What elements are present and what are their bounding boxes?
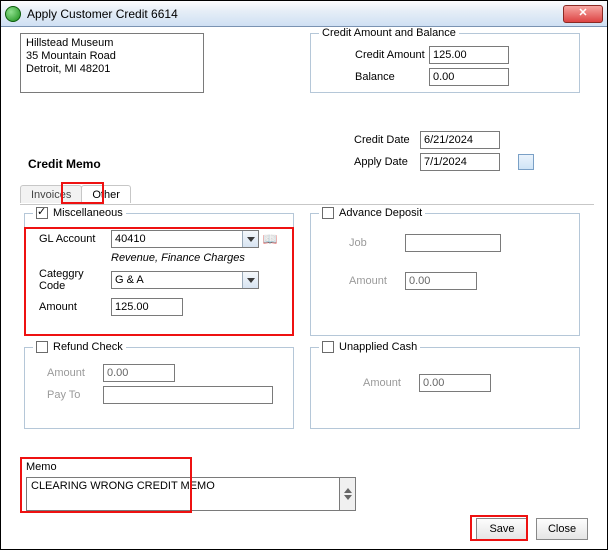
category-code-combo[interactable]: G & A	[111, 271, 259, 289]
memo-scrollbar[interactable]	[339, 477, 356, 511]
titlebar: Apply Customer Credit 6614 ✕	[1, 1, 607, 27]
unapplied-cash-checkbox[interactable]	[322, 341, 334, 353]
job-field	[405, 234, 501, 252]
advance-deposit-checkbox[interactable]	[322, 207, 334, 219]
payto-label: Pay To	[33, 389, 103, 401]
page-heading: Credit Memo	[28, 157, 101, 171]
address-line1: Hillstead Museum	[26, 37, 198, 50]
memo-label: Memo	[26, 461, 57, 473]
ref-amount-label: Amount	[33, 367, 103, 379]
lookup-icon[interactable]: 📖	[261, 231, 279, 247]
unc-legend: Unapplied Cash	[319, 341, 420, 353]
scroll-down-icon[interactable]	[340, 495, 355, 510]
refund-check-checkbox[interactable]	[36, 341, 48, 353]
unc-amount-field: 0.00	[419, 374, 491, 392]
gl-account-value: 40410	[112, 231, 242, 247]
misc-amount-field[interactable]: 125.00	[111, 298, 183, 316]
ref-legend-text: Refund Check	[53, 341, 123, 353]
unc-amount-label: Amount	[319, 377, 419, 389]
unc-legend-text: Unapplied Cash	[339, 341, 417, 353]
payto-field	[103, 386, 273, 404]
balance-label: Balance	[319, 71, 429, 83]
apply-date-field[interactable]: 7/1/2024	[420, 153, 500, 171]
tab-underline	[20, 204, 594, 205]
refund-check-group: Refund Check Amount 0.00 Pay To	[24, 347, 294, 429]
save-button[interactable]: Save	[476, 518, 528, 540]
gl-account-description: Revenue, Finance Charges	[111, 252, 245, 264]
cab-legend: Credit Amount and Balance	[319, 27, 459, 39]
credit-amount-label: Credit Amount	[319, 49, 429, 61]
chevron-down-icon	[242, 272, 258, 288]
close-button[interactable]: Close	[536, 518, 588, 540]
advance-deposit-group: Advance Deposit Job Amount 0.00	[310, 213, 580, 336]
chevron-down-icon	[242, 231, 258, 247]
balance-value: 0.00	[429, 68, 509, 86]
gl-account-label: GL Account	[33, 233, 111, 245]
gl-account-combo[interactable]: 40410	[111, 230, 259, 248]
misc-amount-label: Amount	[33, 301, 111, 313]
credit-amount-balance-group: Credit Amount and Balance Credit Amount …	[310, 33, 580, 93]
miscellaneous-group: Miscellaneous GL Account 40410 📖 Revenue…	[24, 213, 294, 336]
ref-legend: Refund Check	[33, 341, 126, 353]
misc-legend: Miscellaneous	[33, 207, 126, 219]
memo-textarea[interactable]: CLEARING WRONG CREDIT MEMO	[26, 477, 339, 511]
address-line2: 35 Mountain Road	[26, 50, 198, 63]
apply-date-label: Apply Date	[310, 156, 420, 168]
category-code-label: Categgry Code	[33, 268, 111, 292]
scroll-up-icon[interactable]	[340, 478, 355, 493]
unapplied-cash-group: Unapplied Cash Amount 0.00	[310, 347, 580, 429]
memo-field-wrap: CLEARING WRONG CREDIT MEMO	[26, 477, 356, 511]
app-icon	[5, 6, 21, 22]
ref-amount-field: 0.00	[103, 364, 175, 382]
adv-legend-text: Advance Deposit	[339, 207, 422, 219]
adv-amount-label: Amount	[319, 275, 405, 287]
client-area: Hillstead Museum 35 Mountain Road Detroi…	[2, 27, 606, 548]
app-window: Apply Customer Credit 6614 ✕ Hillstead M…	[0, 0, 608, 550]
category-code-value: G & A	[112, 272, 242, 288]
adv-legend: Advance Deposit	[319, 207, 425, 219]
job-label: Job	[319, 237, 405, 249]
misc-legend-text: Miscellaneous	[53, 207, 123, 219]
tab-other[interactable]: Other	[81, 185, 131, 203]
tab-invoices[interactable]: Invoices	[20, 185, 82, 203]
window-title: Apply Customer Credit 6614	[27, 7, 178, 21]
credit-date-field[interactable]: 6/21/2024	[420, 131, 500, 149]
customer-address-box: Hillstead Museum 35 Mountain Road Detroi…	[20, 33, 204, 93]
credit-date-label: Credit Date	[310, 134, 420, 146]
miscellaneous-checkbox[interactable]	[36, 207, 48, 219]
credit-amount-value: 125.00	[429, 46, 509, 64]
window-close-button[interactable]: ✕	[563, 5, 603, 23]
tabstrip: Invoices Other	[20, 185, 130, 203]
adv-amount-field: 0.00	[405, 272, 477, 290]
address-line3: Detroit, MI 48201	[26, 63, 198, 76]
calendar-icon[interactable]	[518, 154, 534, 170]
